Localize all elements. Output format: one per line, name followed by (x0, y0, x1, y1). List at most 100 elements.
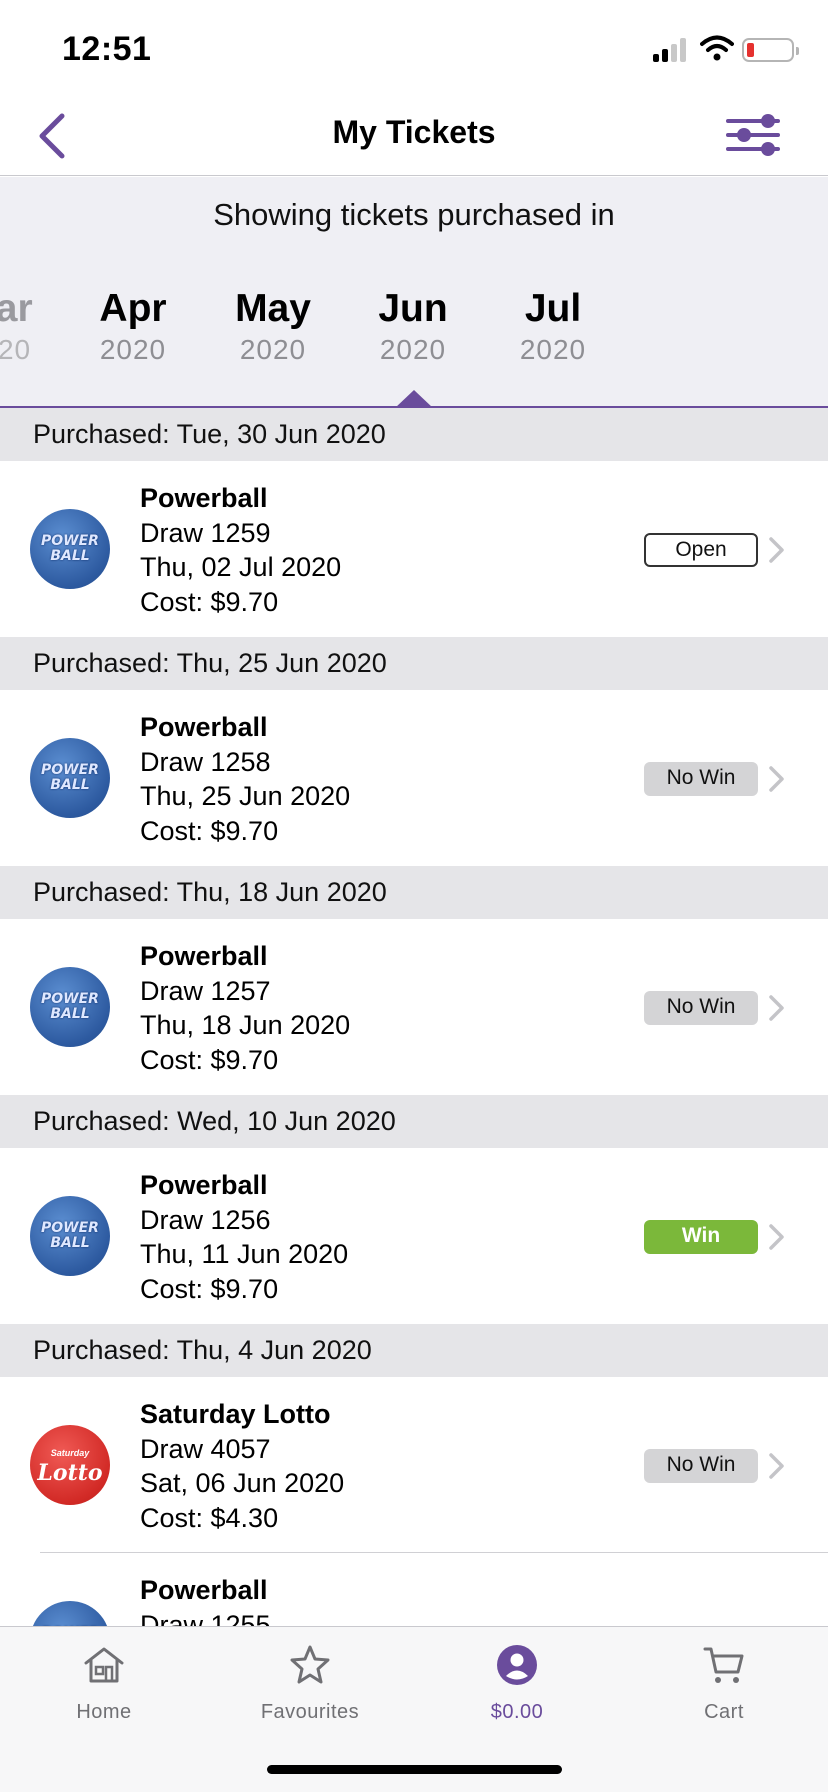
month-name: May (235, 287, 311, 330)
month-option-apr[interactable]: Apr 2020 (73, 287, 193, 367)
ticket-cost: Cost: $4.30 (140, 1502, 279, 1533)
status-time: 12:51 (62, 30, 152, 68)
chevron-right-icon (769, 537, 784, 563)
ticket-info: Powerball Draw 1258 Thu, 25 Jun 2020 Cos… (140, 710, 350, 848)
month-year: 2020 (0, 334, 32, 365)
ticket-row[interactable]: POWER BALL Powerball Draw 1259 Thu, 02 J… (0, 461, 828, 637)
status-badge: No Win (644, 991, 758, 1025)
month-name: Apr (99, 287, 167, 330)
chevron-right-icon (769, 995, 784, 1021)
purchase-date-header: Purchased: Thu, 18 Jun 2020 (0, 866, 828, 919)
ticket-cost: Cost: $9.70 (140, 1273, 279, 1304)
selected-month-indicator (395, 390, 433, 408)
draw-number: Draw 4057 (140, 1433, 271, 1464)
game-name: Powerball (140, 712, 268, 742)
month-selector: Showing tickets purchased in Mar 2020 Ap… (0, 177, 828, 408)
chevron-right-icon (769, 1453, 784, 1479)
ticket-cost: Cost: $9.70 (140, 586, 279, 617)
logo-text: POWER BALL (41, 991, 99, 1022)
ticket-list[interactable]: Purchased: Tue, 30 Jun 2020 POWER BALL P… (0, 408, 828, 1626)
month-option-jun[interactable]: Jun 2020 (353, 287, 473, 367)
logo-text-small: Saturday (50, 1447, 90, 1458)
powerball-logo: POWER BALL (30, 738, 110, 818)
month-option-jul[interactable]: Jul 2020 (493, 287, 613, 367)
month-year: 2020 (99, 334, 167, 365)
battery-icon (742, 38, 799, 62)
month-option-mar[interactable]: Mar 2020 (0, 287, 58, 367)
status-badge: Win (644, 1220, 758, 1254)
tab-label: Cart (704, 1701, 744, 1723)
home-icon (84, 1647, 124, 1683)
game-name: Powerball (140, 483, 268, 513)
draw-number: Draw 1258 (140, 746, 271, 777)
powerball-logo: POWER BALL (30, 967, 110, 1047)
purchase-date-header: Purchased: Wed, 10 Jun 2020 (0, 1095, 828, 1148)
powerball-logo: POWER BALL (30, 1601, 110, 1626)
wifi-icon (700, 35, 734, 61)
month-name: Mar (0, 287, 33, 330)
draw-date: Sat, 06 Jun 2020 (140, 1468, 345, 1498)
game-name: Powerball (140, 941, 268, 971)
star-icon (290, 1645, 330, 1684)
month-name: Jul (524, 287, 582, 330)
month-year: 2020 (239, 334, 307, 365)
home-indicator[interactable] (267, 1765, 562, 1774)
draw-date: Thu, 18 Jun 2020 (140, 1010, 351, 1040)
ticket-row[interactable]: POWER BALL Powerball Draw 1255 (0, 1553, 828, 1626)
status-badge: Open (644, 533, 758, 567)
ticket-row[interactable]: Saturday Lotto Saturday Lotto Draw 4057 … (30, 1377, 828, 1553)
tab-home[interactable]: Home (34, 1643, 174, 1724)
status-badge: No Win (644, 762, 758, 796)
ticket-info: Powerball Draw 1257 Thu, 18 Jun 2020 Cos… (140, 939, 350, 1077)
draw-date: Thu, 25 Jun 2020 (140, 781, 351, 811)
logo-text: Saturday Lotto (37, 1446, 102, 1485)
draw-number: Draw 1256 (140, 1204, 271, 1235)
tab-account[interactable]: $0.00 (447, 1643, 587, 1724)
logo-text-big: Lotto (37, 1459, 103, 1486)
draw-number: Draw 1257 (140, 975, 271, 1006)
tab-label: Home (76, 1701, 132, 1723)
account-icon (497, 1645, 537, 1685)
ticket-info: Powerball Draw 1259 Thu, 02 Jul 2020 Cos… (140, 481, 341, 619)
month-option-may[interactable]: May 2020 (213, 287, 333, 367)
month-name: Jun (378, 287, 448, 330)
ticket-row[interactable]: POWER BALL Powerball Draw 1256 Thu, 11 J… (0, 1148, 828, 1324)
purchase-date-header: Purchased: Tue, 30 Jun 2020 (0, 408, 828, 461)
saturday-lotto-logo: Saturday Lotto (30, 1425, 110, 1505)
ticket-cost: Cost: $9.70 (140, 815, 279, 846)
game-name: Powerball (140, 1170, 268, 1200)
status-badge: No Win (644, 1449, 758, 1483)
chevron-right-icon (769, 1224, 784, 1250)
draw-number: Draw 1255 (140, 1609, 271, 1627)
chevron-right-icon (769, 766, 784, 792)
logo-text: POWER BALL (41, 533, 99, 564)
tab-favourites[interactable]: Favourites (240, 1643, 380, 1724)
cellular-signal-icon (653, 38, 689, 62)
cart-icon (703, 1647, 744, 1683)
game-name: Saturday Lotto (140, 1399, 331, 1429)
logo-text: POWER BALL (41, 1220, 99, 1251)
tab-label: $0.00 (490, 1701, 544, 1723)
ticket-row[interactable]: POWER BALL Powerball Draw 1258 Thu, 25 J… (0, 690, 828, 866)
game-name: Powerball (140, 1575, 268, 1605)
ticket-info: Powerball Draw 1255 (140, 1573, 271, 1626)
powerball-logo: POWER BALL (30, 1196, 110, 1276)
filter-sliders-icon[interactable] (726, 110, 780, 160)
month-year: 2020 (519, 334, 587, 365)
status-bar: 12:51 (0, 0, 828, 96)
page-title: My Tickets (332, 114, 496, 150)
tab-label: Favourites (260, 1701, 360, 1723)
tab-cart[interactable]: Cart (654, 1643, 794, 1724)
draw-date: Thu, 11 Jun 2020 (140, 1239, 349, 1269)
purchase-date-header: Purchased: Thu, 4 Jun 2020 (0, 1324, 828, 1377)
ticket-info: Saturday Lotto Draw 4057 Sat, 06 Jun 202… (140, 1397, 344, 1535)
purchase-date-header: Purchased: Thu, 25 Jun 2020 (0, 637, 828, 690)
navigation-header: My Tickets (0, 96, 828, 176)
ticket-row[interactable]: POWER BALL Powerball Draw 1257 Thu, 18 J… (0, 919, 828, 1095)
draw-date: Thu, 02 Jul 2020 (140, 552, 342, 582)
logo-text: POWER BALL (41, 762, 99, 793)
draw-number: Draw 1259 (140, 517, 271, 548)
month-year: 2020 (379, 334, 447, 365)
ticket-info: Powerball Draw 1256 Thu, 11 Jun 2020 Cos… (140, 1168, 348, 1306)
month-selector-label: Showing tickets purchased in (213, 197, 615, 232)
